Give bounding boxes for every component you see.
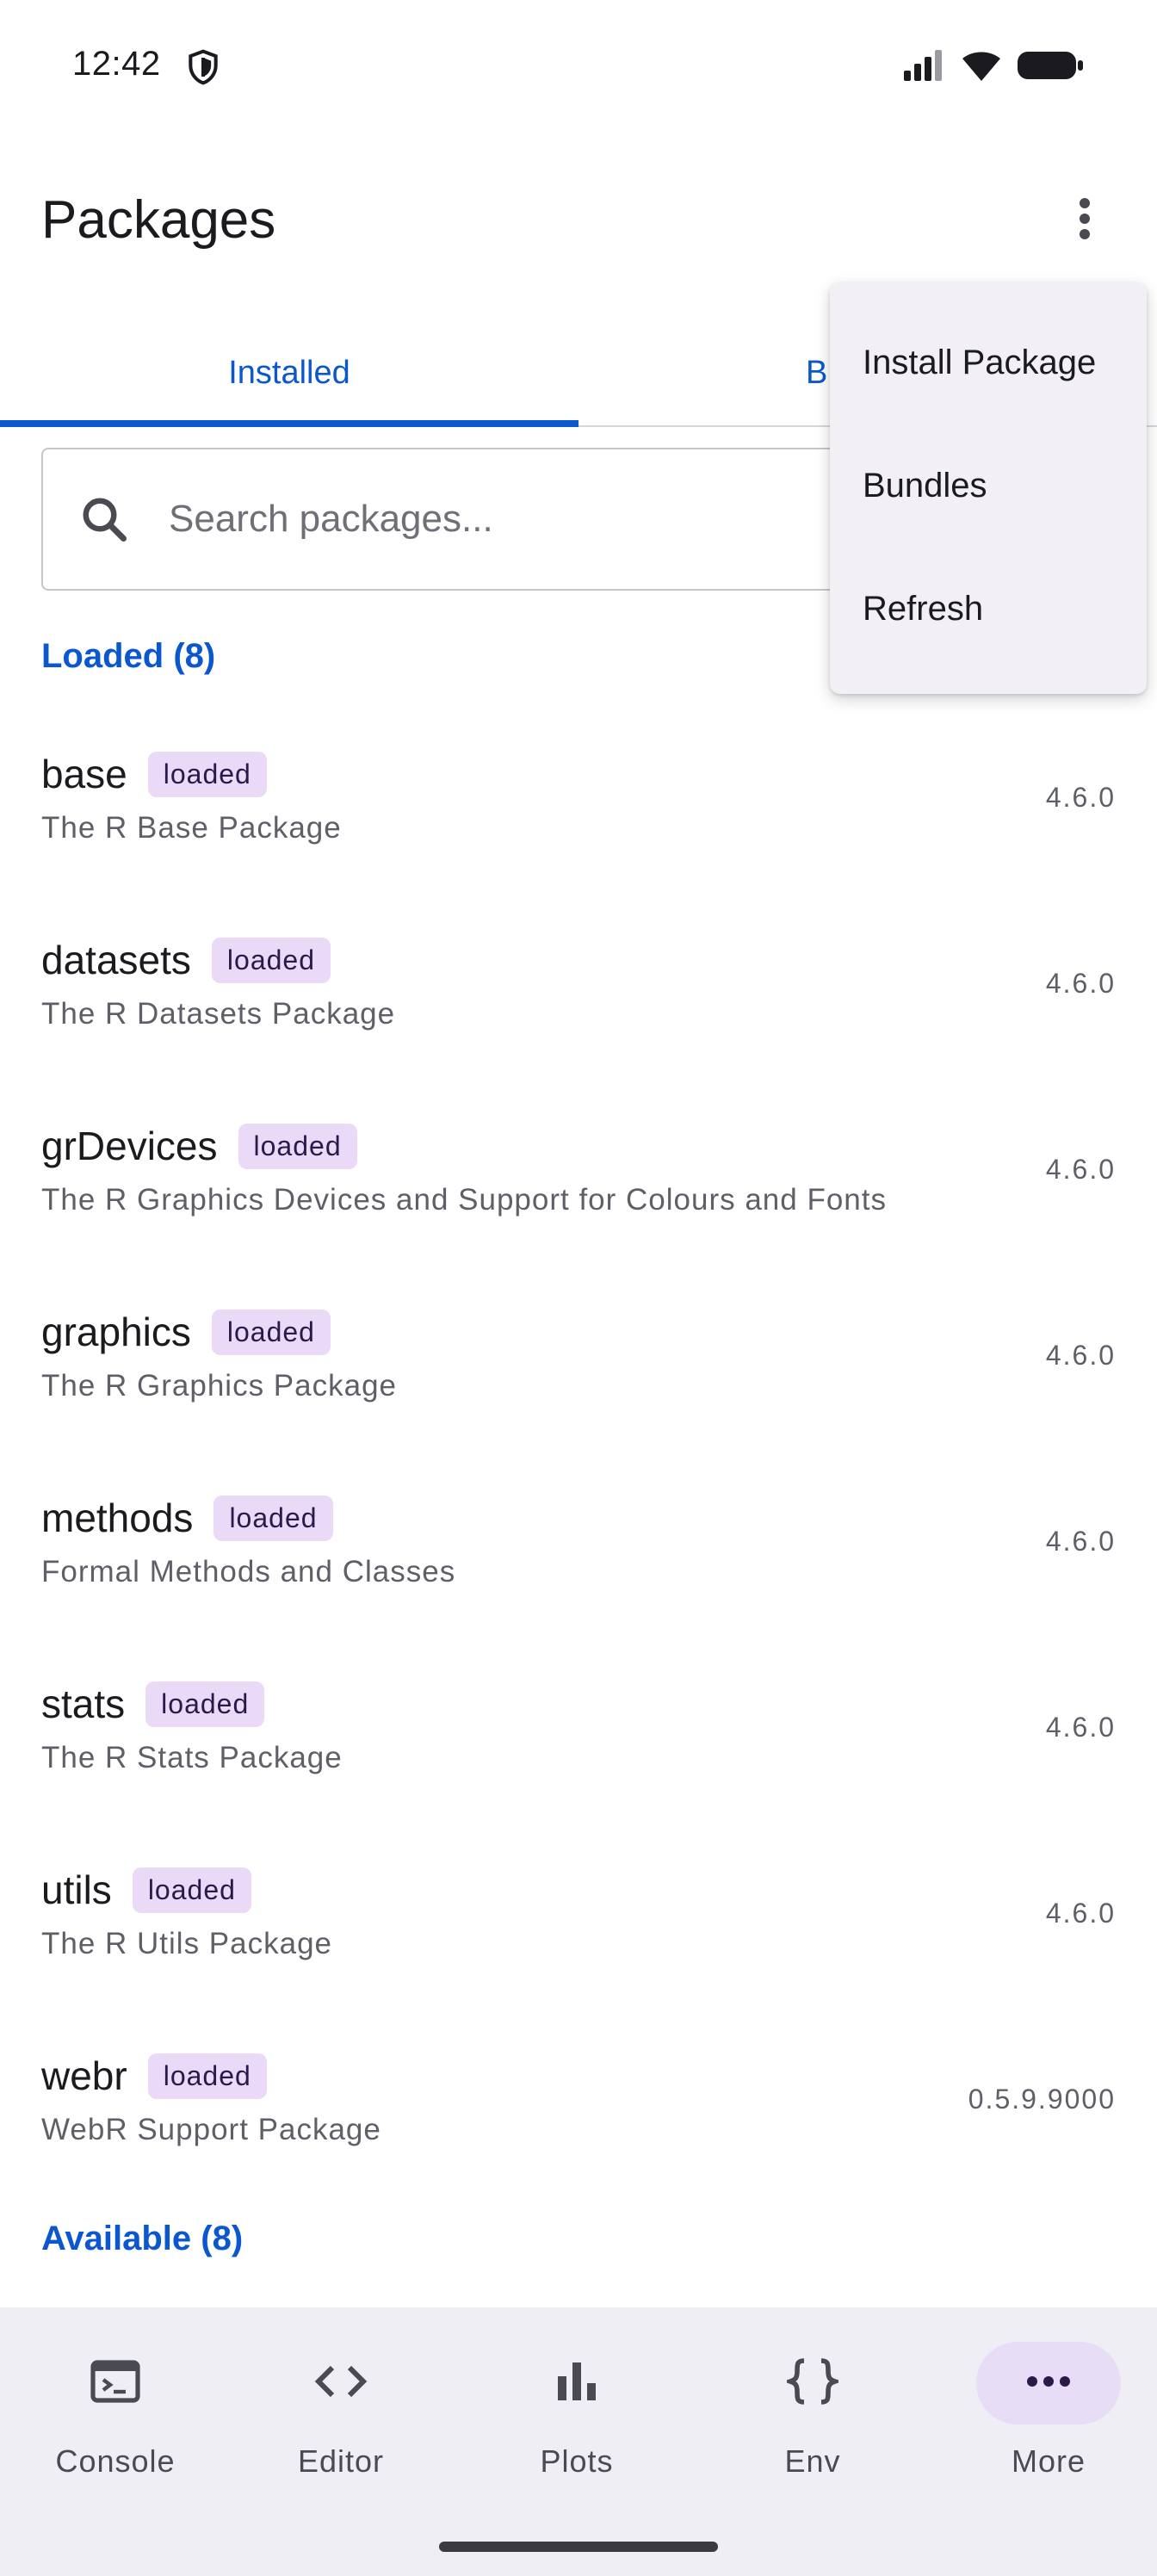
section-header-available: Available (8) bbox=[41, 2220, 244, 2257]
package-version: 0.5.9.9000 bbox=[968, 2084, 1116, 2115]
status-icons bbox=[902, 48, 1085, 86]
home-indicator[interactable] bbox=[439, 2542, 718, 2552]
loaded-badge: loaded bbox=[132, 1867, 251, 1913]
package-version: 4.6.0 bbox=[1045, 1526, 1116, 1557]
loaded-badge: loaded bbox=[211, 1309, 331, 1355]
package-row[interactable]: stats loaded The R Stats Package 4.6.0 bbox=[0, 1627, 1157, 1813]
more-vert-icon bbox=[1076, 196, 1093, 245]
nav-label: Console bbox=[55, 2443, 176, 2479]
bottom-navigation: Console Editor Plots Env More bbox=[0, 2307, 1157, 2576]
package-name: utils bbox=[41, 1867, 112, 1912]
bar-chart-icon bbox=[554, 2359, 599, 2408]
status-bar: 12:42 bbox=[0, 0, 1157, 138]
package-description: The R Utils Package bbox=[41, 1927, 333, 1960]
loaded-badge: loaded bbox=[211, 937, 331, 983]
overflow-dropdown-menu: Install Package Bundles Refresh bbox=[830, 282, 1147, 694]
loaded-badge: loaded bbox=[238, 1123, 357, 1169]
package-name: stats bbox=[41, 1681, 126, 1726]
nav-item-env[interactable]: Env bbox=[697, 2342, 928, 2514]
nav-item-console[interactable]: Console bbox=[0, 2342, 231, 2514]
package-row[interactable]: grDevices loaded The R Graphics Devices a… bbox=[0, 1069, 1157, 1255]
tab-installed[interactable]: Installed bbox=[0, 319, 578, 427]
nav-label: Plots bbox=[540, 2443, 614, 2479]
package-row[interactable]: methods loaded Formal Methods and Classes… bbox=[0, 1441, 1157, 1627]
package-version: 4.6.0 bbox=[1045, 1898, 1116, 1929]
nav-label: Env bbox=[784, 2443, 841, 2479]
tab-indicator bbox=[0, 420, 578, 427]
package-name: webr bbox=[41, 2053, 127, 2098]
menu-item-install-package[interactable]: Install Package bbox=[830, 301, 1147, 424]
menu-item-bundles[interactable]: Bundles bbox=[830, 424, 1147, 548]
page-title: Packages bbox=[41, 190, 276, 250]
package-description: The R Graphics Devices and Support for C… bbox=[41, 1183, 887, 1217]
code-icon bbox=[313, 2362, 368, 2405]
package-version: 4.6.0 bbox=[1045, 782, 1116, 813]
app-bar: Packages bbox=[0, 155, 1157, 284]
loaded-badge: loaded bbox=[147, 2053, 267, 2099]
package-version: 4.6.0 bbox=[1045, 968, 1116, 999]
package-row[interactable]: webr loaded WebR Support Package 0.5.9.90… bbox=[0, 1999, 1157, 2185]
nav-label: More bbox=[1011, 2443, 1086, 2479]
package-description: The R Graphics Package bbox=[41, 1369, 398, 1403]
battery-icon bbox=[1016, 48, 1085, 87]
package-row[interactable]: graphics loaded The R Graphics Package 4.… bbox=[0, 1255, 1157, 1441]
nav-item-plots[interactable]: Plots bbox=[461, 2342, 692, 2514]
package-name: grDevices bbox=[41, 1124, 218, 1168]
nav-label: Editor bbox=[297, 2443, 385, 2479]
section-header-loaded: Loaded (8) bbox=[41, 637, 216, 675]
package-name: methods bbox=[41, 1495, 194, 1540]
package-list: base loaded The R Base Package 4.6.0 data… bbox=[0, 697, 1157, 2185]
package-row[interactable]: utils loaded The R Utils Package 4.6.0 bbox=[0, 1813, 1157, 1999]
package-description: WebR Support Package bbox=[41, 2113, 381, 2146]
search-input[interactable] bbox=[169, 498, 944, 541]
package-version: 4.6.0 bbox=[1045, 1154, 1116, 1185]
loaded-badge: loaded bbox=[213, 1495, 333, 1541]
package-row[interactable]: datasets loaded The R Datasets Package 4.… bbox=[0, 883, 1157, 1069]
search-icon bbox=[76, 491, 133, 548]
package-description: Formal Methods and Classes bbox=[41, 1555, 456, 1588]
more-horiz-icon bbox=[1026, 2375, 1071, 2392]
wifi-icon bbox=[961, 48, 1002, 87]
console-icon bbox=[90, 2359, 141, 2408]
package-version: 4.6.0 bbox=[1045, 1712, 1116, 1743]
loaded-badge: loaded bbox=[145, 1681, 265, 1727]
shield-icon bbox=[184, 48, 222, 86]
overflow-menu-button[interactable] bbox=[1054, 189, 1116, 251]
signal-icon bbox=[902, 48, 947, 87]
package-name: base bbox=[41, 752, 127, 796]
menu-item-refresh[interactable]: Refresh bbox=[830, 548, 1147, 671]
package-description: The R Datasets Package bbox=[41, 997, 396, 1031]
nav-item-editor[interactable]: Editor bbox=[226, 2342, 456, 2514]
braces-icon bbox=[783, 2357, 843, 2410]
package-name: graphics bbox=[41, 1310, 191, 1354]
loaded-badge: loaded bbox=[147, 751, 267, 797]
nav-item-more[interactable]: More bbox=[933, 2342, 1157, 2514]
package-name: datasets bbox=[41, 938, 191, 982]
package-description: The R Stats Package bbox=[41, 1741, 343, 1774]
package-version: 4.6.0 bbox=[1045, 1340, 1116, 1371]
package-description: The R Base Package bbox=[41, 811, 342, 845]
status-time: 12:42 bbox=[72, 45, 161, 83]
package-row[interactable]: base loaded The R Base Package 4.6.0 bbox=[0, 697, 1157, 883]
